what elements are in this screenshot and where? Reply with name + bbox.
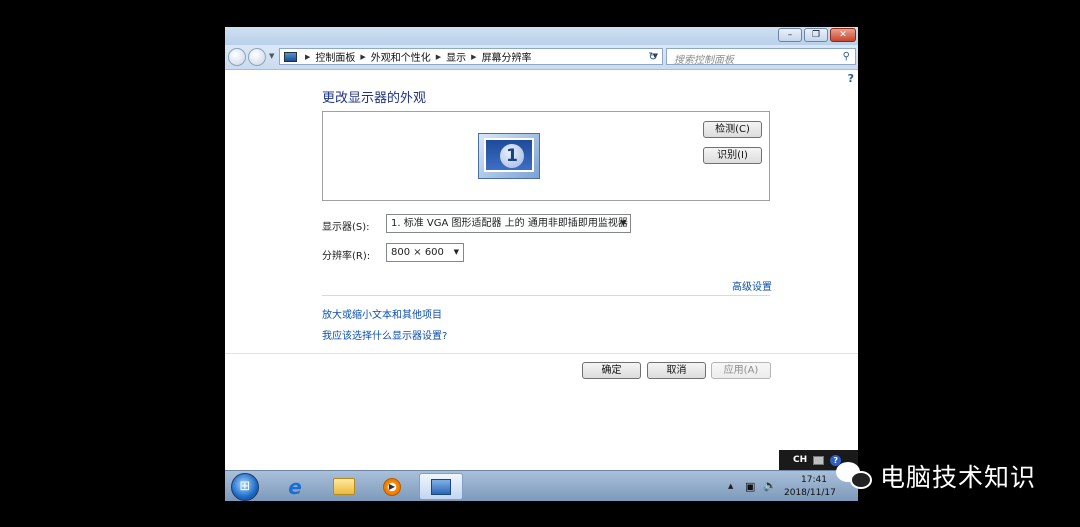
breadcrumb-display[interactable]: 显示 bbox=[446, 49, 466, 64]
detect-button[interactable]: 检测(C) bbox=[703, 121, 762, 138]
display-label: 显示器(S): bbox=[322, 222, 370, 233]
network-icon[interactable]: ▣ bbox=[745, 480, 755, 493]
display-select[interactable]: 1. 标准 VGA 图形适配器 上的 通用非即插即用监视器 ▼ bbox=[386, 214, 631, 233]
watermark-text: 电脑技术知识 bbox=[880, 463, 1037, 492]
window-controls: – ❐ ✕ bbox=[778, 28, 856, 42]
show-hidden-icons-icon[interactable]: ▲ bbox=[728, 482, 733, 490]
volume-icon[interactable]: 🔈 bbox=[763, 479, 777, 492]
chevron-down-icon[interactable]: ▼ bbox=[621, 215, 626, 232]
ime-language[interactable]: CH bbox=[793, 455, 807, 465]
forward-button[interactable] bbox=[248, 48, 266, 66]
ok-button[interactable]: 确定 bbox=[582, 362, 641, 379]
keyboard-icon[interactable] bbox=[813, 455, 825, 465]
advanced-settings-link[interactable]: 高级设置 bbox=[732, 278, 772, 293]
minimize-button[interactable]: – bbox=[778, 28, 802, 42]
display-select-value: 1. 标准 VGA 图形适配器 上的 通用非即插即用监视器 bbox=[391, 218, 628, 229]
internet-explorer-icon: e bbox=[288, 474, 302, 499]
resolution-select-value: 800 × 600 bbox=[391, 247, 444, 258]
taskbar-explorer[interactable] bbox=[322, 473, 366, 500]
search-placeholder: 搜索控制面板 bbox=[674, 55, 734, 66]
breadcrumb-separator-icon[interactable]: ▶ bbox=[436, 53, 441, 61]
search-input[interactable]: 搜索控制面板 ⚲ bbox=[666, 48, 856, 66]
watermark: 电脑技术知识 bbox=[836, 458, 1036, 494]
monitor-1-icon[interactable]: 1 bbox=[478, 133, 540, 179]
system-tray: ▲ ▣ 🔈 17:41 2018/11/17 bbox=[728, 474, 848, 500]
cancel-button[interactable]: 取消 bbox=[647, 362, 706, 379]
resolution-select[interactable]: 800 × 600 ▼ bbox=[386, 243, 464, 262]
breadcrumb-control-panel[interactable]: 控制面板 bbox=[315, 49, 355, 64]
taskbar-media-player[interactable]: ▶ bbox=[370, 473, 414, 500]
navigation-bar: ▼ ▶ 控制面板 ▶ 外观和个性化 ▶ 显示 ▶ 屏幕分辨率 ▼ ↻ 搜索控制面… bbox=[225, 45, 858, 70]
footer-divider bbox=[225, 353, 858, 354]
text-size-link[interactable]: 放大或缩小文本和其他项目 bbox=[322, 306, 442, 321]
breadcrumb-separator-icon[interactable]: ▶ bbox=[471, 53, 476, 61]
clock-time[interactable]: 17:41 bbox=[801, 475, 827, 485]
breadcrumb-screen-resolution[interactable]: 屏幕分辨率 bbox=[482, 49, 532, 64]
resolution-label: 分辨率(R): bbox=[322, 251, 371, 262]
maximize-button[interactable]: ❐ bbox=[804, 28, 828, 42]
address-bar[interactable]: ▶ 控制面板 ▶ 外观和个性化 ▶ 显示 ▶ 屏幕分辨率 ▼ bbox=[279, 48, 663, 65]
breadcrumb-separator-icon[interactable]: ▶ bbox=[360, 53, 365, 61]
close-button[interactable]: ✕ bbox=[830, 28, 856, 42]
desktop-screen: – ❐ ✕ ▼ ▶ 控制面板 ▶ 外观和个性化 ▶ 显示 ▶ 屏幕分辨率 ▼ ↻… bbox=[225, 27, 858, 501]
taskbar: ⊞ e ▶ ▲ ▣ 🔈 17:41 2018/11/17 bbox=[225, 470, 858, 501]
monitor-preview-panel: 1 检测(C) 识别(I) bbox=[322, 111, 770, 201]
breadcrumb-appearance[interactable]: 外观和个性化 bbox=[371, 49, 431, 64]
control-panel-icon bbox=[284, 51, 297, 62]
divider bbox=[322, 295, 770, 296]
refresh-icon[interactable]: ↻ bbox=[643, 48, 663, 65]
chevron-down-icon[interactable]: ▼ bbox=[454, 244, 459, 261]
control-panel-icon bbox=[431, 478, 451, 495]
start-button[interactable]: ⊞ bbox=[231, 473, 259, 501]
clock-date[interactable]: 2018/11/17 bbox=[784, 488, 836, 498]
monitor-number: 1 bbox=[500, 144, 524, 168]
breadcrumb-separator-icon[interactable]: ▶ bbox=[305, 53, 310, 61]
wechat-logo-icon bbox=[836, 459, 874, 493]
page-title: 更改显示器的外观 bbox=[322, 91, 427, 106]
monitor-screen: 1 bbox=[484, 138, 534, 172]
display-settings-help-link[interactable]: 我应该选择什么显示器设置? bbox=[322, 327, 447, 342]
media-player-icon: ▶ bbox=[383, 477, 401, 496]
chat-bubble-icon bbox=[850, 471, 872, 489]
folder-icon bbox=[333, 478, 355, 495]
identify-button[interactable]: 识别(I) bbox=[703, 147, 762, 164]
search-icon[interactable]: ⚲ bbox=[843, 51, 850, 62]
recent-pages-chevron-icon[interactable]: ▼ bbox=[269, 52, 274, 60]
taskbar-control-panel[interactable] bbox=[419, 473, 463, 500]
apply-button[interactable]: 应用(A) bbox=[711, 362, 771, 379]
back-button[interactable] bbox=[228, 48, 246, 66]
window-titlebar: – ❐ ✕ bbox=[225, 27, 858, 45]
taskbar-internet-explorer[interactable]: e bbox=[273, 473, 317, 500]
help-icon[interactable]: ? bbox=[848, 72, 854, 85]
